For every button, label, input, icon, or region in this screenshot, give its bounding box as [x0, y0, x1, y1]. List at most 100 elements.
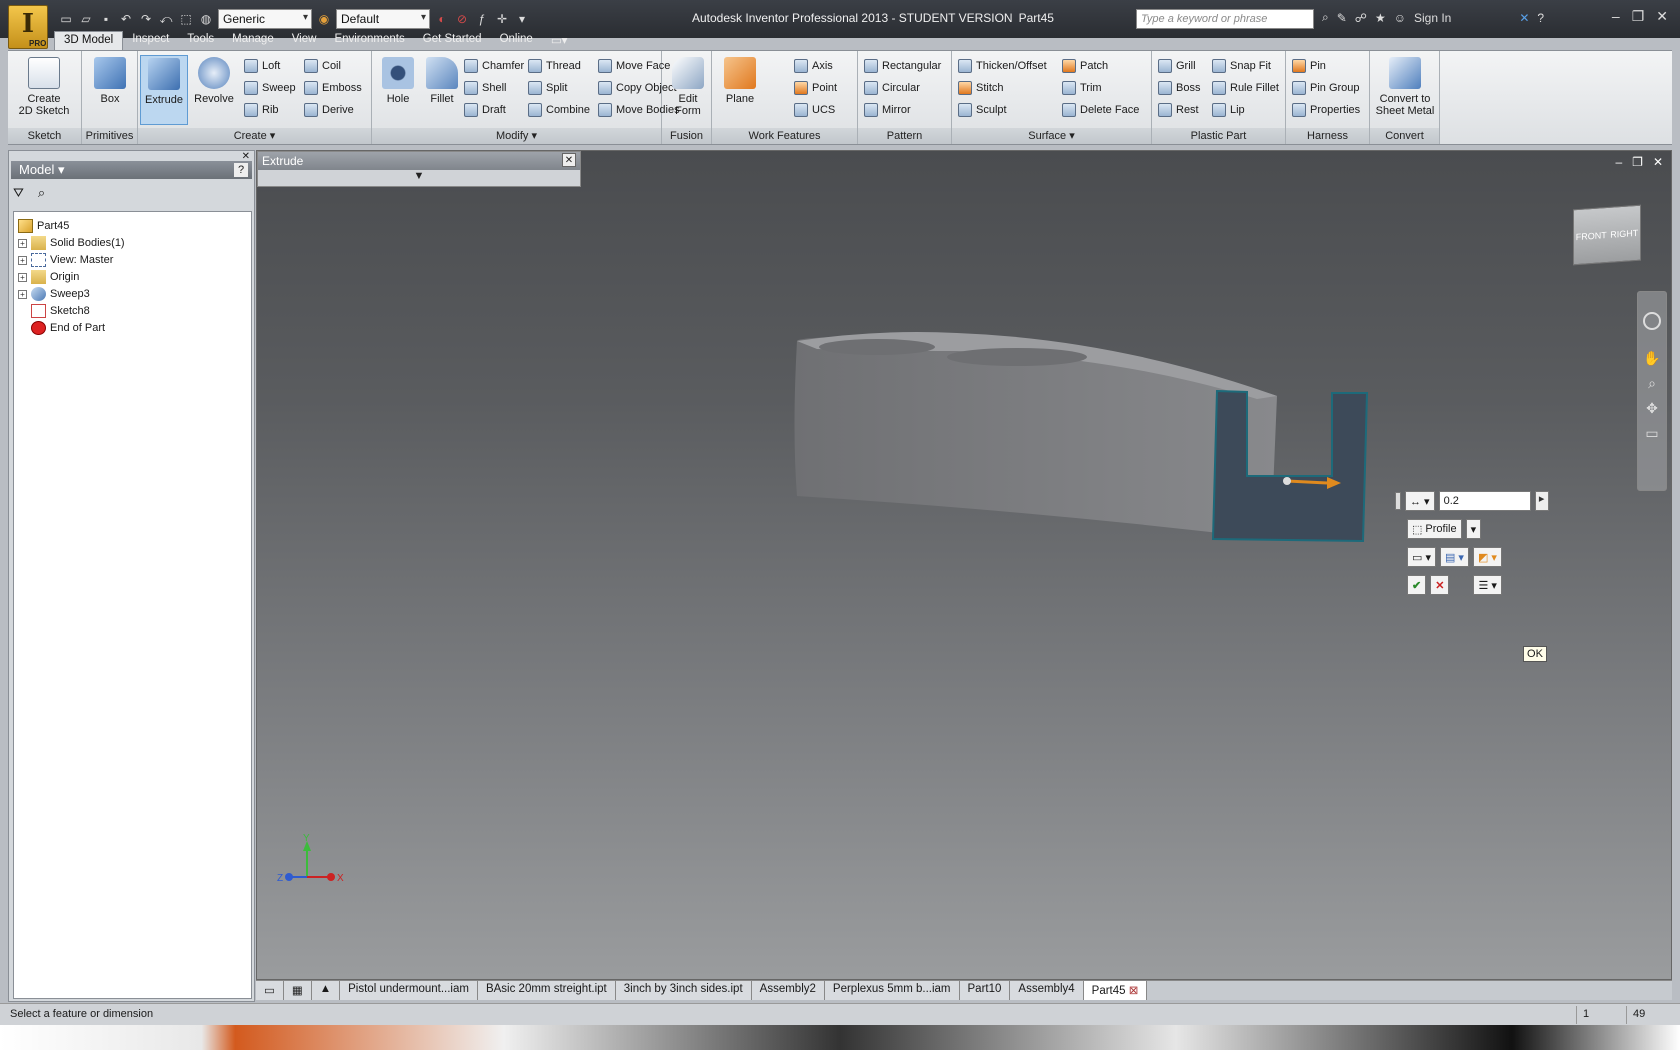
- clear-icon[interactable]: ⊘: [454, 11, 470, 27]
- tab-get-started[interactable]: Get Started: [414, 31, 491, 50]
- direction-dropdown[interactable]: ◩ ▾: [1472, 547, 1502, 567]
- find-icon[interactable]: ⌕: [38, 185, 45, 201]
- subscription-icon[interactable]: ☍: [1355, 11, 1367, 25]
- profile-button[interactable]: ⬚ Profile: [1407, 519, 1462, 539]
- document-tab[interactable]: Pistol undermount...iam: [340, 981, 478, 1000]
- binoculars-icon[interactable]: ⌕: [1322, 10, 1329, 25]
- distance-mode-dropdown[interactable]: ↔ ▾: [1405, 491, 1435, 511]
- properties-button[interactable]: Properties: [1292, 101, 1360, 119]
- fillet-button[interactable]: Fillet: [420, 55, 464, 125]
- open-file-icon[interactable]: ▱: [78, 11, 94, 27]
- ribbon-options-icon[interactable]: ▭▾: [542, 31, 577, 50]
- tab-manage[interactable]: Manage: [223, 31, 283, 50]
- help-icon[interactable]: ?: [234, 163, 248, 177]
- appearance-icon[interactable]: ◉: [316, 11, 332, 27]
- chamfer-button[interactable]: Chamfer: [464, 57, 524, 75]
- draft-button[interactable]: Draft: [464, 101, 506, 119]
- circular-pattern-button[interactable]: Circular: [864, 79, 920, 97]
- tree-node-end-of-part[interactable]: End of Part: [31, 320, 105, 336]
- patch-button[interactable]: Patch: [1062, 57, 1108, 75]
- qat-dropdown-icon[interactable]: ▾: [514, 11, 530, 27]
- combine-button[interactable]: Combine: [528, 101, 590, 119]
- pin-group-button[interactable]: Pin Group: [1292, 79, 1360, 97]
- application-menu-button[interactable]: I PRO: [8, 5, 48, 49]
- boss-button[interactable]: Boss: [1158, 79, 1200, 97]
- minimize-icon[interactable]: –: [1612, 8, 1620, 25]
- axis-button[interactable]: Axis: [794, 57, 833, 75]
- viewcube[interactable]: FRONT RIGHT: [1573, 204, 1641, 266]
- snap-fit-button[interactable]: Snap Fit: [1212, 57, 1271, 75]
- rest-button[interactable]: Rest: [1158, 101, 1199, 119]
- mini-toolbar-grip[interactable]: [1395, 492, 1401, 510]
- browser-title[interactable]: Model ▾?: [11, 161, 252, 179]
- tab-view[interactable]: View: [283, 31, 326, 50]
- split-button[interactable]: Split: [528, 79, 567, 97]
- convert-to-sheet-metal-button[interactable]: Convert to Sheet Metal: [1374, 55, 1436, 125]
- move-face-button[interactable]: Move Face: [598, 57, 670, 75]
- ucs-button[interactable]: UCS: [794, 101, 835, 119]
- edit-form-button[interactable]: Edit Form: [664, 55, 712, 125]
- document-tab[interactable]: Perplexus 5mm b...iam: [824, 981, 960, 1000]
- pin-button[interactable]: Pin: [1292, 57, 1326, 75]
- shell-button[interactable]: Shell: [464, 79, 506, 97]
- panel-label-modify[interactable]: Modify ▾: [372, 128, 661, 144]
- return-icon[interactable]: ⤺: [158, 11, 174, 27]
- thread-button[interactable]: Thread: [528, 57, 581, 75]
- document-tab-active[interactable]: Part45 ⊠: [1083, 981, 1148, 1000]
- rib-button[interactable]: Rib: [244, 101, 279, 119]
- tab-environments[interactable]: Environments: [325, 31, 413, 50]
- delete-face-button[interactable]: Delete Face: [1062, 101, 1139, 119]
- wrench-icon[interactable]: ✎: [1337, 11, 1347, 25]
- undo-icon[interactable]: ↶: [118, 11, 134, 27]
- grill-button[interactable]: Grill: [1158, 57, 1196, 75]
- tab-3d-model[interactable]: 3D Model: [54, 31, 124, 50]
- mirror-button[interactable]: Mirror: [864, 101, 911, 119]
- look-at-icon[interactable]: ▭: [1638, 425, 1666, 442]
- save-icon[interactable]: ▪: [98, 11, 114, 27]
- tree-node-origin[interactable]: + Origin: [18, 269, 79, 285]
- profile-dropdown[interactable]: ▾: [1465, 519, 1482, 539]
- help-search-input[interactable]: Type a keyword or phrase: [1136, 9, 1314, 29]
- tab-list-icon[interactable]: ▲: [311, 981, 341, 1000]
- new-file-icon[interactable]: ▭: [58, 11, 74, 27]
- close-tab-icon[interactable]: ⊠: [1129, 985, 1139, 997]
- favorites-icon[interactable]: ★: [1375, 11, 1386, 25]
- material-icon[interactable]: ◍: [198, 11, 214, 27]
- output-dropdown[interactable]: ▭ ▾: [1407, 547, 1436, 567]
- tab-online[interactable]: Online: [491, 31, 542, 50]
- sweep-button[interactable]: Sweep: [244, 79, 296, 97]
- restore-icon[interactable]: ❐: [1632, 8, 1645, 25]
- tab-tools[interactable]: Tools: [178, 31, 223, 50]
- document-tab[interactable]: Assembly2: [751, 981, 825, 1000]
- appearance-combo[interactable]: Default: [336, 9, 430, 29]
- graphics-window[interactable]: Extrude ✕ ▼ – ❐ ✕ FRONT RIGHT ✋ ⌕ ✥ ▭ ↔ …: [256, 150, 1672, 980]
- ok-button[interactable]: ✔: [1407, 575, 1427, 595]
- select-icon[interactable]: ⬚: [178, 11, 194, 27]
- document-tab[interactable]: Part10: [959, 981, 1011, 1000]
- document-tab[interactable]: BAsic 20mm streight.ipt: [477, 981, 616, 1000]
- tree-node-sketch[interactable]: Sketch8: [31, 303, 90, 319]
- plane-button[interactable]: Plane: [716, 55, 764, 125]
- orbit-icon[interactable]: ✥: [1638, 400, 1666, 417]
- document-tab[interactable]: Assembly4: [1010, 981, 1084, 1000]
- zoom-icon[interactable]: ⌕: [1638, 375, 1666, 392]
- adjust-icon[interactable]: ◐: [434, 11, 450, 27]
- lip-button[interactable]: Lip: [1212, 101, 1245, 119]
- help-icon[interactable]: ?: [1537, 11, 1544, 25]
- extrude-button[interactable]: Extrude: [140, 55, 188, 125]
- expand-icon[interactable]: +: [18, 255, 27, 265]
- expand-icon[interactable]: +: [18, 289, 27, 299]
- expand-icon[interactable]: +: [18, 238, 27, 248]
- filter-icon[interactable]: ⛛: [13, 185, 24, 201]
- sculpt-button[interactable]: Sculpt: [958, 101, 1007, 119]
- sign-in-button[interactable]: Sign In: [1414, 11, 1451, 25]
- exchange-icon[interactable]: ✕: [1519, 11, 1529, 25]
- tree-node-part[interactable]: Part45: [18, 218, 69, 234]
- expand-icon[interactable]: +: [18, 272, 27, 282]
- create-2d-sketch-button[interactable]: Create 2D Sketch: [14, 55, 74, 125]
- trim-button[interactable]: Trim: [1062, 79, 1102, 97]
- distance-input[interactable]: 0.2: [1438, 491, 1531, 511]
- steering-wheel-icon[interactable]: [1643, 312, 1661, 330]
- tab-inspect[interactable]: Inspect: [123, 31, 178, 50]
- redo-icon[interactable]: ↷: [138, 11, 154, 27]
